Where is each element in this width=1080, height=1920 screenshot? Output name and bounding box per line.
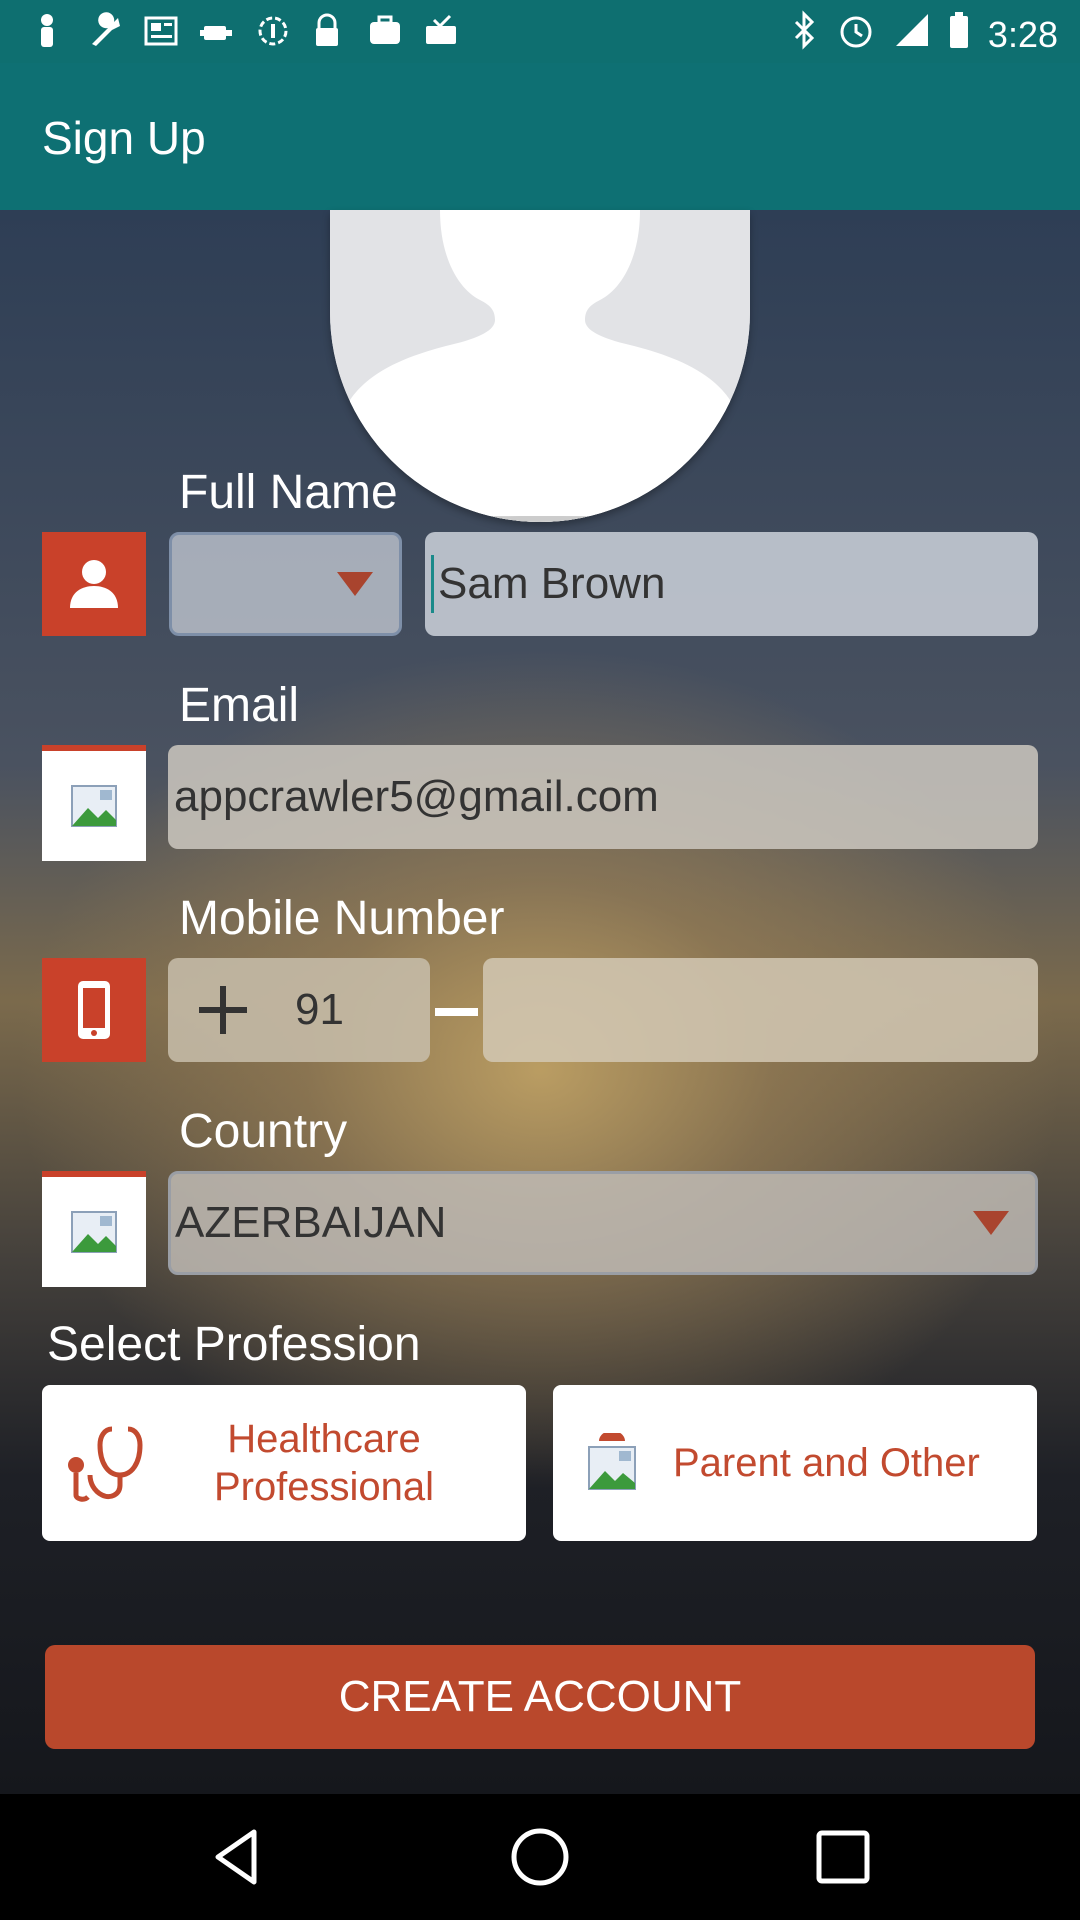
briefcase-icon [366,12,400,50]
stethoscope-icon [68,1426,143,1502]
inbox-check-icon [422,12,456,50]
create-account-button[interactable]: CREATE ACCOUNT [45,1645,1035,1749]
full-name-input[interactable]: Sam Brown [425,532,1038,636]
email-input[interactable]: appcrawler5@gmail.com [168,745,1038,849]
mobile-number-label: Mobile Number [179,892,505,945]
name-title-dropdown[interactable] [169,532,402,636]
chevron-down-icon [337,572,373,596]
page-title: Sign Up [42,112,206,164]
email-label: Email [179,679,300,732]
country-label: Country [179,1105,348,1158]
bluetooth-icon [790,10,818,59]
alarm-icon [836,10,876,59]
lock-icon [310,12,344,50]
healthcare-professional-label: Healthcare Professional [213,1417,435,1509]
wrench-icon [86,12,120,50]
full-name-label: Full Name [179,466,398,519]
dash-separator [435,1008,478,1016]
person-icon [30,12,64,50]
signup-form: Full Name Sam Brown Email appcrawler5@gm… [0,210,1080,1794]
notification-icons [30,12,456,50]
phone-field-icon [42,958,146,1062]
parent-and-other-option[interactable]: Parent and Other [553,1385,1037,1541]
person-field-icon [42,532,146,636]
country-value: AZERBAIJAN [175,1198,447,1247]
country-dropdown[interactable]: AZERBAIJAN [168,1171,1038,1275]
system-icons: 3:28 [790,10,1058,59]
broken-image-icon [42,745,146,861]
country-code-value: 91 [295,985,344,1034]
chevron-down-icon [973,1211,1009,1235]
fake-gps-icon [198,12,232,50]
parent-and-other-label: Parent and Other [673,1441,980,1485]
broken-image-icon [587,1430,639,1493]
status-bar: 3:28 [0,0,1080,63]
clock: 3:28 [987,13,1058,55]
text-cursor [431,555,434,613]
full-name-value: Sam Brown [438,559,666,608]
home-icon[interactable] [507,1824,573,1890]
email-value: appcrawler5@gmail.com [174,772,659,821]
plus-icon [199,986,247,1034]
back-icon[interactable] [204,1824,270,1890]
app-toolbar: Sign Up [0,63,1080,210]
select-profession-heading: Select Profession [47,1318,421,1371]
mobile-number-input[interactable] [483,958,1038,1062]
news-icon [142,12,178,50]
data-saver-icon [254,12,288,50]
system-nav-bar [0,1794,1080,1920]
recents-icon[interactable] [810,1824,876,1890]
battery-icon [948,10,970,59]
healthcare-professional-option[interactable]: Healthcare Professional [42,1385,526,1541]
signal-icon [894,12,930,57]
broken-image-icon [42,1171,146,1287]
country-code-field[interactable]: 91 [168,958,430,1062]
